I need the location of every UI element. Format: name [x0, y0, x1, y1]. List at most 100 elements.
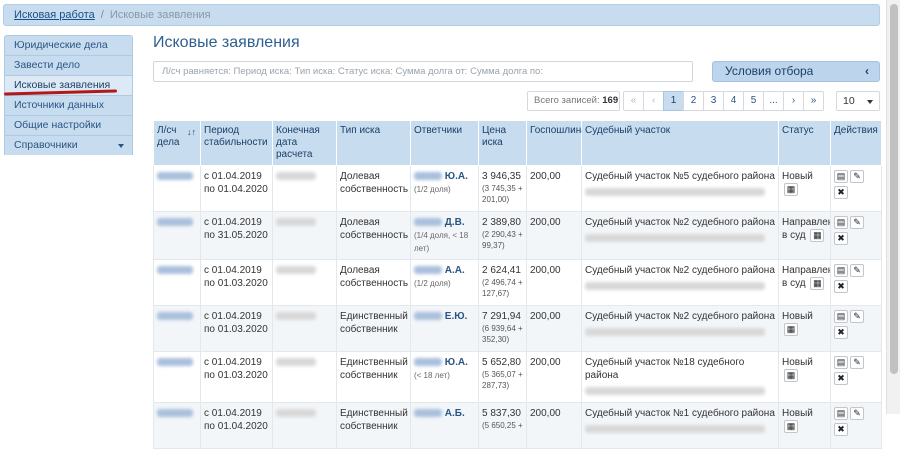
calendar-icon[interactable]: ▦: [784, 183, 798, 196]
cell-respondents: Е.Ю.: [410, 305, 479, 352]
period-from: с 01.04.2019: [204, 357, 262, 368]
court-name: Судебный участок №2 судебного района: [585, 265, 775, 276]
cell-actions: ▤ ✎ ✖: [830, 259, 882, 306]
table-row: с 01.04.2019 по 01.03.2020 Единственный с…: [153, 351, 882, 403]
chevron-left-icon: ‹: [865, 64, 869, 78]
close-icon[interactable]: ✖: [834, 186, 848, 199]
cell-actions: ▤ ✎ ✖: [830, 211, 882, 260]
page-next-button[interactable]: ›: [783, 91, 804, 111]
pencil-icon[interactable]: ✎: [850, 310, 864, 323]
period-from: с 01.04.2019: [204, 171, 262, 182]
account-link-redacted[interactable]: [157, 172, 193, 181]
page-1-button[interactable]: 1: [663, 91, 684, 111]
respondent-initials[interactable]: Д.В.: [445, 217, 465, 228]
sidebar-item-legal-cases[interactable]: Юридические дела: [4, 35, 133, 55]
sort-icon[interactable]: ↓↑: [187, 126, 196, 138]
cell-fee: 200,00: [526, 211, 582, 260]
close-icon[interactable]: ✖: [834, 326, 848, 339]
cell-end-date: [272, 402, 337, 449]
close-icon[interactable]: ✖: [834, 423, 848, 436]
calendar-icon[interactable]: ▦: [810, 229, 825, 242]
total-records-label: Всего записей:: [534, 95, 600, 106]
cell-account: [153, 211, 201, 260]
calendar-icon[interactable]: ▦: [784, 369, 798, 382]
pencil-icon[interactable]: ✎: [850, 264, 864, 277]
sidebar-item-references[interactable]: Справочники: [4, 135, 133, 155]
cell-price: 7 291,94 (6 939,64 + 352,30): [478, 305, 527, 352]
respondent-initials[interactable]: Ю.А.: [445, 357, 468, 368]
calendar-icon[interactable]: ▦: [784, 420, 798, 433]
list-icon[interactable]: ▤: [834, 356, 848, 369]
account-link-redacted[interactable]: [157, 409, 193, 418]
close-icon[interactable]: ✖: [834, 232, 848, 245]
page-3-button[interactable]: 3: [703, 91, 724, 111]
page-ellipsis: ...: [763, 91, 784, 111]
sidebar-item-data-sources[interactable]: Источники данных: [4, 95, 133, 115]
breadcrumb-separator: /: [100, 9, 104, 21]
calendar-icon[interactable]: ▦: [810, 277, 825, 290]
page-5-button[interactable]: 5: [743, 91, 764, 111]
account-link-redacted[interactable]: [157, 266, 193, 275]
period-to: по 01.04.2020: [204, 421, 268, 432]
respondent-initials[interactable]: Е.Ю.: [445, 311, 468, 322]
per-page-select[interactable]: 10: [836, 91, 880, 111]
cell-respondents: Д.В. (1/4 доля, < 18 лет): [410, 211, 479, 260]
respondent-initials[interactable]: А.А.: [445, 265, 465, 276]
scrollbar-thumb[interactable]: [890, 4, 898, 374]
page-4-button[interactable]: 4: [723, 91, 744, 111]
pencil-icon[interactable]: ✎: [850, 170, 864, 183]
page-scrollbar[interactable]: [886, 0, 900, 414]
column-header-account[interactable]: Л/сч дела ↓↑: [153, 120, 201, 166]
price-breakdown: (5 650,25 +: [482, 421, 523, 430]
sidebar-item-general-settings[interactable]: Общие настройки: [4, 115, 133, 135]
cell-respondents: А.А. (1/2 доля): [410, 259, 479, 306]
table-row: с 01.04.2019 по 01.03.2020 Единственный с…: [153, 305, 882, 352]
cell-end-date: [272, 305, 337, 352]
cell-respondents: Ю.А. (1/2 доля): [410, 165, 479, 212]
court-name: Судебный участок №2 судебного района: [585, 217, 775, 228]
sidebar-item-create-case[interactable]: Завести дело: [4, 55, 133, 75]
list-icon[interactable]: ▤: [834, 310, 848, 323]
end-date-redacted: [276, 172, 316, 181]
sidebar-item-label: Юридические дела: [14, 39, 108, 51]
pencil-icon[interactable]: ✎: [850, 216, 864, 229]
cell-period: с 01.04.2019 по 01.03.2020: [200, 351, 273, 403]
cell-end-date: [272, 259, 337, 306]
page-2-button[interactable]: 2: [683, 91, 704, 111]
breadcrumb-root-link[interactable]: Исковая работа: [14, 9, 95, 21]
respondent-surname-redacted: [414, 358, 442, 367]
cell-end-date: [272, 351, 337, 403]
page-last-button[interactable]: »: [803, 91, 824, 111]
period-from: с 01.04.2019: [204, 217, 262, 228]
filter-conditions-button[interactable]: Условия отбора ‹: [712, 61, 880, 82]
court-address-redacted: [585, 328, 765, 337]
cell-status: Новый ▦: [778, 402, 831, 449]
court-address-redacted: [585, 234, 765, 243]
account-link-redacted[interactable]: [157, 218, 193, 227]
pencil-icon[interactable]: ✎: [850, 356, 864, 369]
cell-price: 5 652,80 (5 365,07 + 287,73): [478, 351, 527, 403]
account-link-redacted[interactable]: [157, 358, 193, 367]
cell-period: с 01.04.2019 по 01.04.2020: [200, 165, 273, 212]
period-to: по 01.04.2020: [204, 184, 268, 195]
price-value: 7 291,94: [482, 311, 521, 322]
table-row: с 01.04.2019 по 01.04.2020 Единственный с…: [153, 402, 882, 449]
close-icon[interactable]: ✖: [834, 280, 848, 293]
per-page-value: 10: [843, 95, 855, 107]
cell-fee: 200,00: [526, 402, 582, 449]
page-prev-button[interactable]: ‹: [643, 91, 664, 111]
cell-status: Новый ▦: [778, 351, 831, 403]
respondent-initials[interactable]: Ю.А.: [445, 171, 468, 182]
respondent-surname-redacted: [414, 266, 442, 275]
calendar-icon[interactable]: ▦: [784, 323, 798, 336]
list-icon[interactable]: ▤: [834, 216, 848, 229]
cell-status: Направлен в суд ▦: [778, 259, 831, 306]
list-icon[interactable]: ▤: [834, 170, 848, 183]
respondent-surname-redacted: [414, 218, 442, 227]
filter-conditions-label: Условия отбора: [725, 64, 814, 78]
list-icon[interactable]: ▤: [834, 264, 848, 277]
close-icon[interactable]: ✖: [834, 372, 848, 385]
filter-summary-input[interactable]: Л/сч равняется: Период иска: Тип иска: С…: [153, 61, 693, 82]
account-link-redacted[interactable]: [157, 312, 193, 321]
page-first-button[interactable]: «: [623, 91, 644, 111]
